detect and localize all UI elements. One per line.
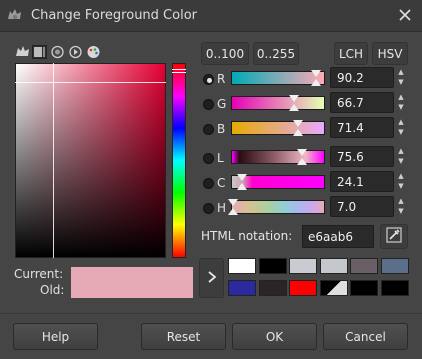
close-icon[interactable] (396, 6, 414, 24)
channel-label-c: C (217, 176, 226, 190)
history-swatch[interactable] (350, 258, 378, 274)
channel-slider-l[interactable] (231, 150, 325, 164)
channel-slider-h[interactable] (231, 200, 325, 214)
channel-value-l[interactable]: 75.6 (330, 146, 394, 167)
channel-label-b: B (217, 122, 226, 136)
history-swatch[interactable] (380, 258, 409, 274)
history-swatch[interactable] (289, 280, 317, 296)
current-label: Current: (14, 267, 64, 281)
scales-icon[interactable] (15, 45, 30, 59)
channel-slider-g[interactable] (231, 96, 325, 110)
channel-radio-g[interactable] (203, 99, 214, 110)
sv-crosshair-vertical (53, 63, 54, 258)
wheel-icon[interactable] (68, 45, 83, 59)
channel-value-c[interactable]: 24.1 (330, 171, 394, 192)
channel-handle-g[interactable] (289, 95, 299, 102)
channel-spin-arrows-l[interactable]: ▲ ▼ (395, 146, 407, 167)
channel-value-g[interactable]: 66.7 (330, 92, 394, 113)
history-swatch[interactable] (228, 280, 256, 296)
help-button[interactable]: Help (13, 323, 98, 350)
ok-button[interactable]: OK (232, 323, 317, 350)
hex-label: HTML notation: (201, 229, 293, 243)
history-swatch[interactable] (258, 258, 287, 274)
history-swatch[interactable] (289, 258, 317, 274)
channel-spin-arrows-b[interactable]: ▲ ▼ (395, 117, 407, 138)
channel-label-r: R (217, 72, 226, 86)
channel-spin-arrows-g[interactable]: ▲ ▼ (395, 92, 407, 113)
history-swatch[interactable] (350, 280, 378, 296)
channel-spin-arrows-h[interactable]: ▲ ▼ (395, 196, 407, 217)
history-swatch[interactable] (380, 280, 409, 296)
hue-strip[interactable] (172, 63, 186, 258)
lch-button[interactable]: LCH (334, 42, 368, 65)
channel-handle-bottom-g (289, 104, 299, 111)
hue-marker[interactable] (172, 69, 186, 73)
channel-handle-bottom-b (293, 129, 303, 136)
color-picker-button[interactable] (380, 224, 408, 249)
channel-value-h[interactable]: 7.0 (330, 196, 394, 217)
history-swatch[interactable] (228, 258, 256, 274)
channel-label-l: L (217, 151, 224, 165)
fg-bg-icon[interactable] (319, 280, 348, 296)
window-title: Change Foreground Color (31, 8, 197, 23)
channel-handle-bottom-h (228, 208, 238, 215)
sv-crosshair-horizontal (15, 82, 166, 83)
channel-handle-c[interactable] (237, 174, 247, 181)
history-arrow-button[interactable] (199, 258, 224, 298)
color-picker-icon (385, 226, 403, 247)
reset-button[interactable]: Reset (141, 323, 226, 350)
channel-label-h: H (217, 201, 227, 215)
channel-handle-b[interactable] (293, 120, 303, 127)
gimp-wilber-icon (6, 7, 24, 23)
watercolor-icon[interactable] (50, 45, 65, 59)
channel-handle-l[interactable] (297, 149, 307, 156)
range-0-100-button[interactable]: 0..100 (201, 42, 249, 65)
channel-value-b[interactable]: 71.4 (330, 117, 394, 138)
channel-spin-arrows-r[interactable]: ▲ ▼ (395, 67, 407, 88)
old-color-swatch[interactable] (71, 282, 193, 298)
hsv-button[interactable]: HSV (372, 42, 408, 65)
channel-handle-h[interactable] (228, 199, 238, 206)
channel-handle-bottom-c (237, 183, 247, 190)
range-0-255-button[interactable]: 0..255 (253, 42, 299, 65)
gimp-selector-icon[interactable] (32, 45, 47, 59)
channel-radio-r[interactable] (203, 74, 214, 85)
history-swatch[interactable] (258, 280, 287, 296)
channel-radio-b[interactable] (203, 124, 214, 135)
channel-label-g: G (217, 97, 227, 111)
channel-value-r[interactable]: 90.2 (330, 67, 394, 88)
channel-slider-b[interactable] (231, 121, 325, 135)
channel-radio-c[interactable] (203, 178, 214, 189)
history-swatch[interactable] (319, 258, 348, 274)
channel-handle-bottom-l (297, 158, 307, 165)
channel-radio-l[interactable] (203, 153, 214, 164)
channel-radio-h[interactable] (203, 203, 214, 214)
channel-handle-r[interactable] (311, 70, 321, 77)
old-label: Old: (40, 283, 65, 297)
saturation-value-area[interactable] (15, 63, 166, 258)
cancel-button[interactable]: Cancel (323, 323, 408, 350)
channel-handle-bottom-r (311, 79, 321, 86)
channel-spin-arrows-c[interactable]: ▲ ▼ (395, 171, 407, 192)
chevron-right-icon (207, 268, 217, 289)
button-divider (0, 313, 422, 314)
current-color-swatch (71, 267, 193, 282)
palette-icon[interactable] (86, 45, 101, 59)
hex-input[interactable]: e6aab6 (302, 225, 374, 248)
